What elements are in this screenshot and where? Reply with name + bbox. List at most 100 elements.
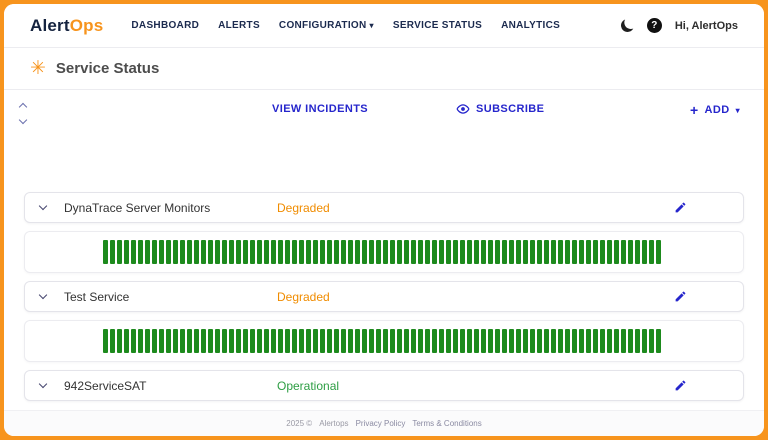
uptime-bar [572, 240, 577, 264]
uptime-bar [572, 329, 577, 353]
uptime-bar [278, 240, 283, 264]
uptime-bar [341, 329, 346, 353]
uptime-bar [306, 329, 311, 353]
uptime-bar [131, 240, 136, 264]
uptime-bar [635, 329, 640, 353]
view-incidents-link[interactable]: VIEW INCIDENTS [272, 103, 368, 115]
uptime-bar [383, 329, 388, 353]
uptime-bar [390, 240, 395, 264]
uptime-bar [516, 240, 521, 264]
footer-brand: Alertops [319, 419, 348, 428]
uptime-bar [439, 240, 444, 264]
subscribe-link[interactable]: SUBSCRIBE [456, 103, 544, 115]
user-greeting[interactable]: Hi, AlertOps [675, 20, 738, 32]
uptime-bar [236, 329, 241, 353]
uptime-bar [159, 329, 164, 353]
edit-pencil-icon[interactable] [674, 379, 687, 392]
uptime-bar [271, 240, 276, 264]
uptime-bar [481, 329, 486, 353]
uptime-bar [509, 329, 514, 353]
uptime-bar [397, 240, 402, 264]
uptime-bar [649, 329, 654, 353]
eye-icon [456, 104, 470, 114]
uptime-bar [656, 329, 661, 353]
uptime-bar [124, 329, 129, 353]
uptime-bar [460, 329, 465, 353]
uptime-bar [222, 329, 227, 353]
uptime-bar [201, 240, 206, 264]
uptime-bar [264, 329, 269, 353]
uptime-bar [565, 329, 570, 353]
subscribe-label: SUBSCRIBE [476, 103, 544, 115]
uptime-bar [110, 240, 115, 264]
uptime-bar [418, 240, 423, 264]
uptime-bar [642, 240, 647, 264]
uptime-bar [215, 240, 220, 264]
uptime-bar [586, 240, 591, 264]
uptime-bar [229, 240, 234, 264]
nav-item-configuration[interactable]: CONFIGURATION▾ [279, 20, 374, 31]
uptime-bars-panel [24, 320, 744, 362]
nav-item-analytics[interactable]: ANALYTICS [501, 20, 560, 31]
edit-pencil-icon[interactable] [674, 290, 687, 303]
uptime-bar [208, 240, 213, 264]
chevron-down-icon[interactable] [39, 202, 47, 210]
uptime-bar [103, 329, 108, 353]
uptime-bar [257, 240, 262, 264]
nav-item-dashboard[interactable]: DASHBOARD [131, 20, 199, 31]
uptime-bar [152, 329, 157, 353]
uptime-bar [334, 240, 339, 264]
uptime-bar [299, 329, 304, 353]
navbar-right: ? Hi, AlertOps [621, 18, 738, 33]
edit-pencil-icon[interactable] [674, 201, 687, 214]
uptime-bar [544, 329, 549, 353]
nav-item-label: ALERTS [218, 20, 260, 31]
uptime-bar [649, 240, 654, 264]
uptime-bar [551, 240, 556, 264]
chevron-down-icon[interactable] [39, 291, 47, 299]
uptime-bar [628, 329, 633, 353]
uptime-bar [187, 329, 192, 353]
uptime-bar [292, 240, 297, 264]
moon-dark-mode-icon[interactable] [619, 18, 635, 34]
footer-link-privacy-policy[interactable]: Privacy Policy [356, 419, 406, 428]
service-name: 942ServiceSAT [64, 379, 146, 393]
uptime-bar [243, 240, 248, 264]
uptime-bar [166, 329, 171, 353]
top-navbar: AlertOps DASHBOARD ALERTS CONFIGURATION▾ SE… [4, 4, 764, 48]
nav-item-alerts[interactable]: ALERTS [218, 20, 260, 31]
chevron-down-icon: ▾ [370, 21, 374, 30]
uptime-bar [355, 240, 360, 264]
uptime-bar [404, 240, 409, 264]
footer-copyright: 2025 © [286, 419, 312, 428]
footer-link-terms-conditions[interactable]: Terms & Conditions [412, 419, 481, 428]
chevron-down-icon[interactable] [19, 116, 27, 124]
chevron-down-icon[interactable] [39, 380, 47, 388]
plus-icon: + [690, 103, 699, 117]
uptime-bar [159, 240, 164, 264]
alertops-logo[interactable]: AlertOps [30, 16, 103, 36]
uptime-bar [607, 240, 612, 264]
collapse-expand-controls [20, 104, 26, 123]
uptime-bar [579, 329, 584, 353]
uptime-bar [593, 329, 598, 353]
uptime-bar [446, 240, 451, 264]
uptime-bar [411, 240, 416, 264]
uptime-bar [180, 329, 185, 353]
uptime-bar [558, 240, 563, 264]
uptime-bar [628, 240, 633, 264]
uptime-bar [320, 240, 325, 264]
uptime-bar [614, 240, 619, 264]
chevron-up-icon[interactable] [19, 103, 27, 111]
add-button[interactable]: + ADD ▾ [690, 103, 740, 117]
uptime-bar [187, 240, 192, 264]
uptime-bar [530, 329, 535, 353]
nav-item-service-status[interactable]: SERVICE STATUS [393, 20, 482, 31]
uptime-bar [194, 329, 199, 353]
help-icon[interactable]: ? [647, 18, 662, 33]
uptime-bar [320, 329, 325, 353]
nav-item-label: ANALYTICS [501, 20, 560, 31]
uptime-bar [376, 329, 381, 353]
uptime-bar [502, 329, 507, 353]
uptime-bar [250, 240, 255, 264]
